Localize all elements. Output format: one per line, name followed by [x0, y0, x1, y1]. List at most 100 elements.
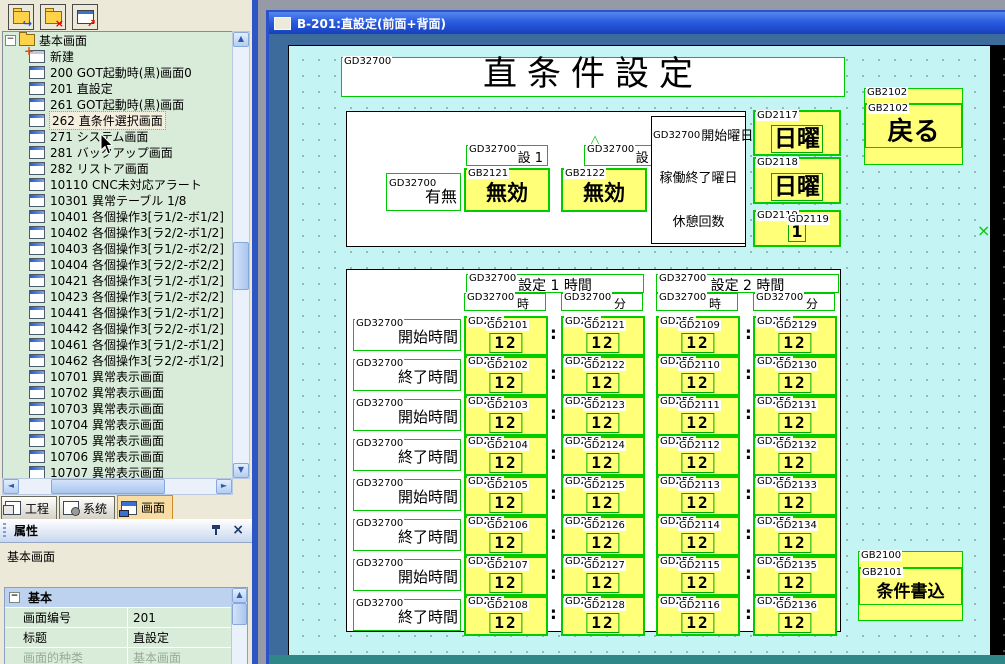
time-value-input[interactable]: GD256GD212112: [561, 316, 645, 356]
tree-item[interactable]: 10110 CNC未対応アラート: [3, 176, 233, 192]
tree-item[interactable]: 10703 異常表示画面: [3, 400, 233, 416]
tree-item[interactable]: 271 システム画面: [3, 128, 233, 144]
scroll-right-icon[interactable]: ►: [216, 479, 232, 494]
tree-item[interactable]: 200 GOT起動時(黒)画面0: [3, 64, 233, 80]
time-value-input[interactable]: GD256GD213612: [753, 596, 837, 636]
scroll-up-icon[interactable]: ▲: [232, 588, 247, 603]
tree-hscrollbar-thumb[interactable]: [51, 479, 165, 494]
tree-item[interactable]: 10705 異常表示画面: [3, 432, 233, 448]
toggle-button-2[interactable]: GB2122 無効: [561, 168, 647, 212]
close-screen-button[interactable]: ×: [40, 4, 66, 30]
screen-title-object[interactable]: GD32700 直条件設定: [341, 57, 845, 97]
tree-item[interactable]: 281 バックアップ画面: [3, 144, 233, 160]
tree-item[interactable]: 201 直設定: [3, 80, 233, 96]
condition-write-button[interactable]: GB2101 条件書込: [858, 567, 963, 607]
time-value-input[interactable]: GD256GD211412: [656, 516, 740, 556]
property-group-header[interactable]: − 基本: [5, 588, 247, 607]
shift-condition-panel[interactable]: △ GD32700 有無 GD32700 設 1 GD32700 設 2 GB2…: [346, 111, 746, 247]
time-value-input[interactable]: GD256GD210912: [656, 316, 740, 356]
tree-item[interactable]: 10441 各個操作3[ラ1/2-ボ1/2]: [3, 304, 233, 320]
scroll-down-icon[interactable]: ▼: [233, 463, 249, 478]
time-value-input[interactable]: GD256GD212812: [561, 596, 645, 636]
tab-screen[interactable]: 画面: [117, 495, 173, 520]
time-value-input[interactable]: GD256GD211612: [656, 596, 740, 636]
set1-label[interactable]: GD32700 設 1: [466, 145, 548, 166]
time-value-input[interactable]: GD256GD213512: [753, 556, 837, 596]
property-scrollbar-thumb[interactable]: [232, 603, 247, 625]
back-spacer-bar[interactable]: [864, 147, 963, 165]
tree-item[interactable]: 新建: [3, 48, 233, 64]
time-value-input[interactable]: GD256GD212912: [753, 316, 837, 356]
write-lamp-bar[interactable]: GB2100: [858, 551, 963, 568]
scroll-left-icon[interactable]: ◄: [3, 479, 19, 494]
tree-scrollbar-thumb[interactable]: [233, 242, 249, 290]
time-value-input[interactable]: GD256GD210112: [464, 316, 548, 356]
back-button[interactable]: GB2102 戻る: [864, 103, 963, 149]
time-value-input[interactable]: GD256GD213412: [753, 516, 837, 556]
time-value-input[interactable]: GD256GD210712: [464, 556, 548, 596]
collapse-icon[interactable]: −: [9, 592, 20, 603]
property-value[interactable]: 基本画面: [127, 648, 247, 664]
time-value-input[interactable]: GD256GD211212: [656, 436, 740, 476]
time-value-input[interactable]: GD256GD212612: [561, 516, 645, 556]
write-spacer-bar[interactable]: [858, 604, 963, 621]
time-value-input[interactable]: GD256GD213012: [753, 356, 837, 396]
time-value-input[interactable]: GD256GD211012: [656, 356, 740, 396]
preview-window-button[interactable]: ↗: [72, 4, 98, 30]
back-lamp-bar[interactable]: GB2102: [864, 88, 963, 104]
time-value-input[interactable]: GD256GD212212: [561, 356, 645, 396]
tab-project[interactable]: 工程: [1, 496, 57, 520]
time-value-input[interactable]: GD256GD210612: [464, 516, 548, 556]
tree-item[interactable]: 10462 各個操作3[ラ2/2-ボ1/2]: [3, 352, 233, 368]
close-icon[interactable]: ×: [232, 522, 244, 538]
pin-icon[interactable]: [211, 524, 222, 537]
tree-item[interactable]: 10301 異常テーブル 1/8: [3, 192, 233, 208]
tab-system[interactable]: 系统: [59, 496, 115, 520]
tree-item[interactable]: 10402 各個操作3[ラ2/2-ボ1/2]: [3, 224, 233, 240]
time-value-input[interactable]: GD256GD210312: [464, 396, 548, 436]
time-value-input[interactable]: GD256GD211112: [656, 396, 740, 436]
start-day-button[interactable]: GD2117 日曜: [753, 110, 841, 156]
tree-item[interactable]: 10423 各個操作3[ラ1/2-ボ2/2]: [3, 288, 233, 304]
open-screen-button[interactable]: ↪: [8, 4, 34, 30]
time-value-input[interactable]: GD256GD212712: [561, 556, 645, 596]
tree-item[interactable]: 10404 各個操作3[ラ2/2-ボ2/2]: [3, 256, 233, 272]
time-value-input[interactable]: GD256GD212412: [561, 436, 645, 476]
time-value-input[interactable]: GD256GD210512: [464, 476, 548, 516]
property-value[interactable]: 直設定: [127, 628, 247, 647]
tree-item[interactable]: 10401 各個操作3[ラ1/2-ボ1/2]: [3, 208, 233, 224]
tree-item[interactable]: 261 GOT起動時(黒)画面: [3, 96, 233, 112]
time-value-input[interactable]: GD256GD213212: [753, 436, 837, 476]
screen-tree[interactable]: − 基本画面 新建200 GOT起動時(黒)画面0201 直設定261 GOT起…: [2, 31, 234, 479]
document-title-bar[interactable]: B-201:直設定(前面+背面): [269, 12, 1005, 34]
tree-item[interactable]: 10461 各個操作3[ラ1/2-ボ1/2]: [3, 336, 233, 352]
tree-item[interactable]: 10706 異常表示画面: [3, 448, 233, 464]
time-value-input[interactable]: GD256GD211312: [656, 476, 740, 516]
break-count-input[interactable]: GD2119 GD2119 1: [753, 210, 841, 247]
tree-item[interactable]: 10442 各個操作3[ラ2/2-ボ1/2]: [3, 320, 233, 336]
tree-item[interactable]: 282 リストア画面: [3, 160, 233, 176]
tree-item[interactable]: 10403 各個操作3[ラ1/2-ボ2/2]: [3, 240, 233, 256]
tree-item[interactable]: 10707 異常表示画面: [3, 464, 233, 479]
tree-item[interactable]: 10701 異常表示画面: [3, 368, 233, 384]
time-value-input[interactable]: GD256GD210812: [464, 596, 548, 636]
property-value[interactable]: 201: [127, 608, 247, 627]
time-value-input[interactable]: GD256GD213312: [753, 476, 837, 516]
design-canvas[interactable]: GD32700 直条件設定 GB2102 GB2102 戻る △ GD32700…: [288, 45, 991, 657]
tree-item[interactable]: 262 直条件選択画面: [3, 112, 233, 128]
toggle-button-1[interactable]: GB2121 無効: [464, 168, 550, 212]
tree-item[interactable]: 10421 各個操作3[ラ1/2-ボ1/2]: [3, 272, 233, 288]
time-value-input[interactable]: GD256GD211512: [656, 556, 740, 596]
presence-label[interactable]: GD32700 有無: [386, 173, 461, 211]
tree-item[interactable]: 10702 異常表示画面: [3, 384, 233, 400]
weekday-subpanel[interactable]: GD32700開始曜日 稼働終了曜日 休憩回数: [651, 116, 746, 244]
time-value-input[interactable]: GD256GD212312: [561, 396, 645, 436]
time-value-input[interactable]: GD256GD210212: [464, 356, 548, 396]
time-value-input[interactable]: GD256GD210412: [464, 436, 548, 476]
property-grid-scrollbar[interactable]: ▲: [231, 588, 247, 664]
time-value-input[interactable]: GD256GD212512: [561, 476, 645, 516]
collapse-icon[interactable]: −: [5, 35, 16, 46]
time-settings-panel[interactable]: GD32700設定 1 時間GD32700設定 2 時間GD32700時GD32…: [346, 269, 841, 632]
tree-vertical-scrollbar[interactable]: ▲ ▼: [232, 31, 250, 479]
tree-item[interactable]: 10704 異常表示画面: [3, 416, 233, 432]
